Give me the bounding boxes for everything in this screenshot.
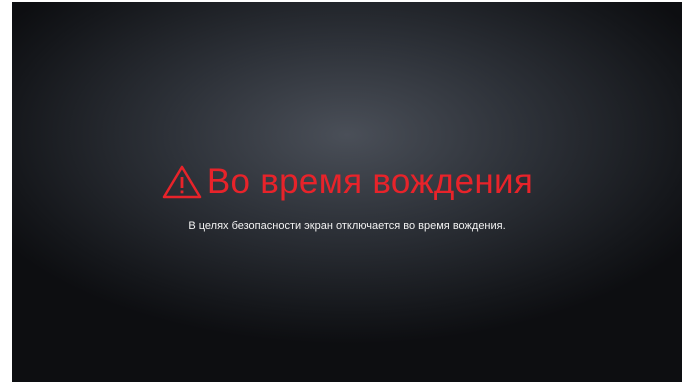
warning-title: Во время вождения bbox=[206, 162, 534, 201]
warning-triangle-icon bbox=[161, 164, 203, 200]
warning-header: Во время вождения bbox=[12, 162, 682, 202]
driving-lock-screen: Во время вождения В целях безопасности э… bbox=[12, 2, 682, 382]
display-frame: Во время вождения В целях безопасности э… bbox=[0, 0, 692, 386]
warning-message: В целях безопасности экран отключается в… bbox=[188, 220, 506, 232]
